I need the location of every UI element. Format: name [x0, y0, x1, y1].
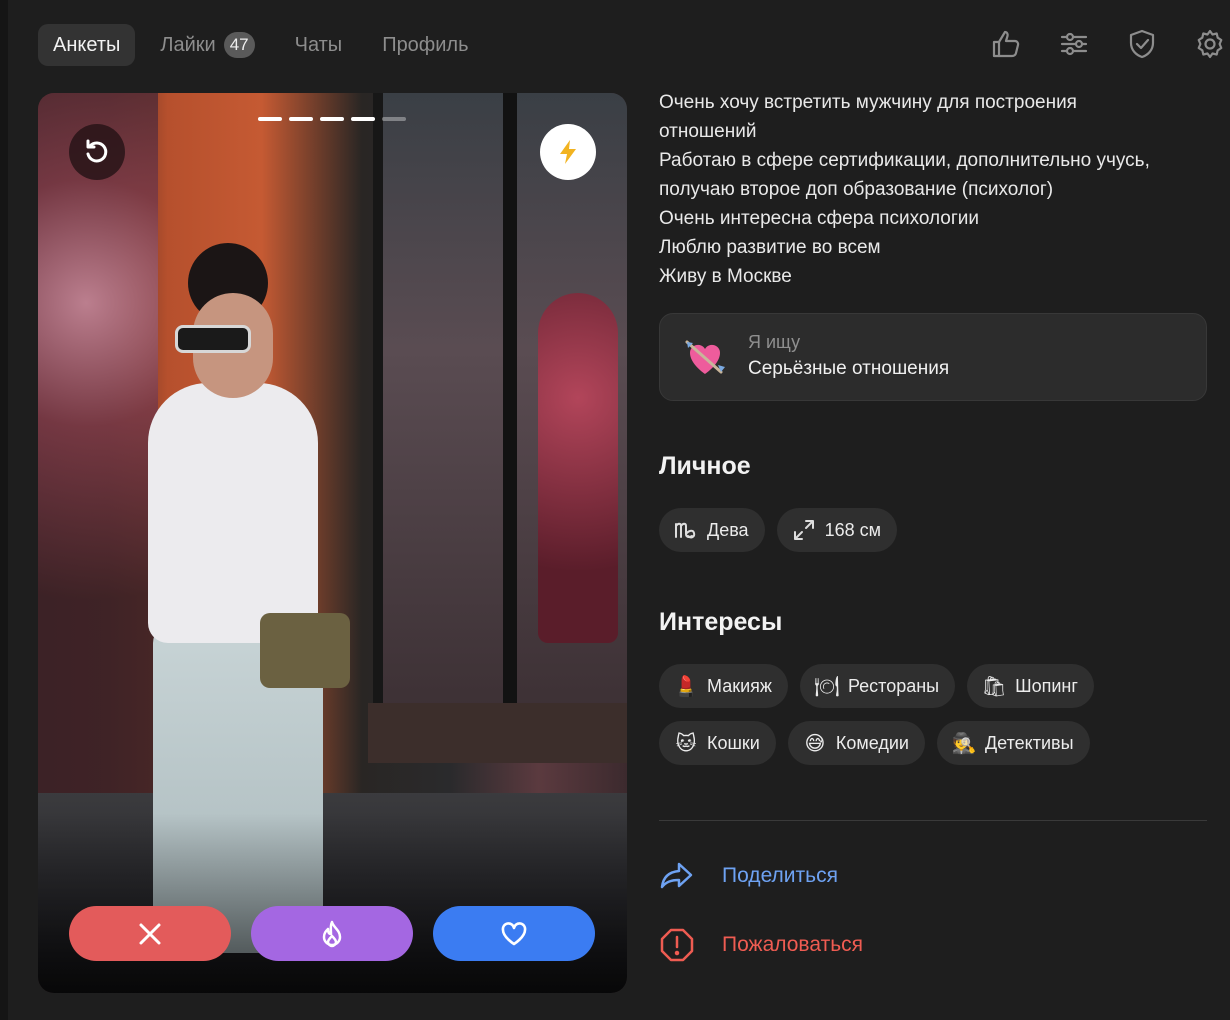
tab-likes-label: Лайки: [160, 33, 216, 56]
virgo-icon: [673, 517, 699, 543]
tab-ankety[interactable]: Анкеты: [38, 24, 136, 66]
bio-text: Очень хочу встретить мужчину для построе…: [659, 88, 1207, 291]
interest-label: Комедии: [835, 732, 909, 753]
share-label: Поделиться: [722, 864, 838, 887]
report-label: Пожаловаться: [722, 933, 864, 956]
photo-bottom-shade: [38, 813, 627, 993]
bio-line: получаю второе доп образование (психолог…: [659, 179, 1054, 200]
interest-chip: 😅 Комедии: [787, 721, 925, 765]
plate-icon: 🍽: [814, 675, 840, 698]
tab-ankety-label: Анкеты: [53, 33, 121, 56]
swipe-actions: [69, 906, 615, 961]
interest-label: Шопинг: [1015, 675, 1078, 696]
interest-chips: 💄 Макияж 🍽 Рестораны 🛍 Шопинг 🐱 Кошки 😅 …: [659, 664, 1207, 778]
bio-line: отношений: [659, 121, 757, 142]
photo-person-bag: [260, 613, 350, 688]
interest-label: Макияж: [707, 675, 772, 696]
interest-chip: 🕵 Детективы: [936, 721, 1090, 765]
tab-profile[interactable]: Профиль: [367, 24, 483, 66]
photo-window-sill: [368, 703, 627, 763]
interest-label: Кошки: [707, 732, 760, 753]
bio-line: Люблю развитие во всем: [659, 237, 881, 258]
laughing-face-icon: 😅: [804, 732, 826, 755]
report-link[interactable]: Пожаловаться: [659, 927, 863, 963]
zodiac-chip: Дева: [659, 508, 765, 552]
superlike-button[interactable]: [251, 906, 413, 961]
height-chip: 168 см: [776, 508, 897, 552]
interest-chip: 🐱 Кошки: [659, 721, 776, 765]
app-window: Анкеты Лайки 47 Чаты Профиль Очень хочу …: [8, 0, 1230, 1020]
shield-icon[interactable]: [1122, 24, 1162, 64]
fire-icon: [322, 920, 342, 947]
warning-icon: [660, 928, 694, 962]
bio-line: Живу в Москве: [659, 266, 792, 287]
like-button[interactable]: [433, 906, 595, 961]
undo-button[interactable]: [69, 124, 125, 180]
boost-button[interactable]: [540, 124, 596, 180]
detective-icon: 🕵: [951, 732, 977, 755]
personal-section-title: Личное: [659, 452, 751, 480]
settings-icon[interactable]: [1190, 24, 1230, 64]
main-tabs: Анкеты Лайки 47 Чаты Профиль: [38, 24, 494, 66]
thumbs-up-icon[interactable]: [986, 24, 1026, 64]
photo-flowers: [38, 93, 158, 793]
bio-line: Очень интересна сфера психологии: [659, 208, 980, 229]
interest-label: Рестораны: [847, 675, 940, 696]
interest-label: Детективы: [984, 732, 1074, 753]
interests-section-title: Интересы: [659, 608, 783, 636]
photo-progress-segment[interactable]: [289, 117, 313, 121]
interest-chip: 🛍 Шопинг: [967, 664, 1094, 708]
filters-icon[interactable]: [1054, 24, 1094, 64]
tab-chats[interactable]: Чаты: [280, 24, 358, 66]
height-icon: [791, 517, 817, 543]
divider: [659, 820, 1207, 821]
undo-icon: [86, 139, 108, 163]
bio-line: Работаю в сфере сертификации, дополнител…: [659, 150, 1150, 171]
zodiac-label: Дева: [707, 519, 749, 540]
heart-arrow-emoji: [685, 340, 725, 374]
height-label: 168 см: [824, 519, 881, 540]
bio-line: Очень хочу встретить мужчину для построе…: [659, 92, 1077, 113]
lightning-icon: [560, 140, 576, 164]
photo-mannequin: [538, 293, 618, 643]
top-toolbar: [958, 24, 1230, 64]
interest-chip: 🍽 Рестораны: [799, 664, 956, 708]
photo-window-frame: [503, 93, 517, 713]
tab-likes[interactable]: Лайки 47: [145, 24, 269, 66]
share-link[interactable]: Поделиться: [659, 858, 838, 894]
cat-icon: 🐱: [675, 732, 697, 755]
photo-progress-indicator: [258, 117, 413, 121]
personal-chips: Дева 168 см: [659, 508, 1207, 565]
seeking-card: Я ищу Серьёзные отношения: [659, 313, 1207, 401]
seeking-value: Серьёзные отношения: [748, 358, 950, 379]
photo-person-sunglasses: [175, 325, 251, 353]
photo-progress-segment[interactable]: [351, 117, 375, 121]
tab-chats-label: Чаты: [294, 33, 343, 56]
tab-profile-label: Профиль: [382, 33, 469, 56]
close-icon: [139, 923, 161, 944]
heart-icon: [501, 921, 527, 945]
interest-chip: 💄 Макияж: [659, 664, 788, 708]
profile-details: Очень хочу встретить мужчину для построе…: [659, 88, 1207, 962]
lipstick-icon: 💄: [673, 675, 699, 698]
profile-photo-card[interactable]: [38, 93, 627, 993]
photo-progress-segment[interactable]: [258, 117, 282, 121]
seeking-label: Я ищу: [748, 332, 801, 352]
photo-person-shirt: [148, 383, 318, 643]
photo-progress-segment[interactable]: [320, 117, 344, 121]
likes-count-badge: 47: [223, 32, 255, 58]
shopping-bags-icon: 🛍: [981, 675, 1007, 698]
share-icon: [660, 862, 693, 889]
photo-progress-segment[interactable]: [382, 117, 406, 121]
dislike-button[interactable]: [69, 906, 231, 961]
